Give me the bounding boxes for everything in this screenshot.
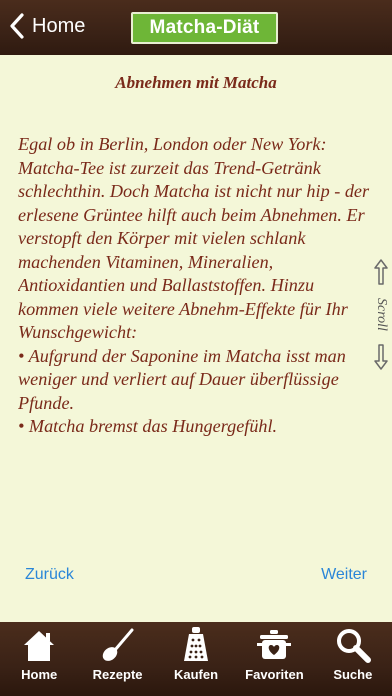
tab-suche[interactable]: Suche	[314, 622, 392, 696]
article-body[interactable]: Egal ob in Berlin, London oder New York:…	[18, 133, 374, 451]
tab-suche-label: Suche	[333, 667, 373, 682]
tab-bar: Home Rezepte Kaufen Favoriten Suche	[0, 622, 392, 696]
back-button[interactable]: Home	[8, 10, 85, 42]
back-button-label: Home	[32, 14, 86, 37]
tab-rezepte[interactable]: Rezepte	[78, 622, 156, 696]
tab-kaufen[interactable]: Kaufen	[157, 622, 235, 696]
tab-home[interactable]: Home	[0, 622, 78, 696]
scroll-hint: Scroll	[369, 258, 392, 438]
arrow-up-icon	[374, 259, 388, 285]
tab-home-label: Home	[21, 667, 58, 682]
grater-icon	[184, 627, 209, 661]
tab-rezepte-label: Rezepte	[92, 667, 143, 682]
app-title: Matcha-Diät	[131, 12, 278, 44]
navigation-bar: Home Matcha-Diät	[0, 0, 392, 55]
tab-favoriten-label: Favoriten	[245, 667, 304, 682]
pager: Zurück Weiter	[0, 566, 392, 590]
article-title: Abnehmen mit Matcha	[115, 73, 277, 92]
tab-favoriten[interactable]: Favoriten	[235, 622, 313, 696]
magnifier-icon	[336, 629, 371, 663]
pot-icon	[257, 630, 292, 659]
previous-button[interactable]: Zurück	[25, 566, 74, 584]
tab-kaufen-label: Kaufen	[173, 667, 219, 682]
arrow-down-icon	[374, 344, 388, 370]
chevron-left-icon	[10, 13, 24, 39]
scroll-label: Scroll	[374, 298, 389, 331]
next-button[interactable]: Weiter	[321, 566, 367, 584]
house-icon	[24, 631, 55, 661]
ladle-icon	[102, 628, 134, 661]
